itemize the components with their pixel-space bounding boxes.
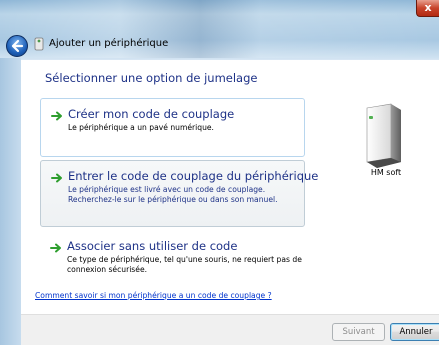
option-title: Créer mon code de couplage bbox=[68, 107, 235, 121]
green-arrow-icon bbox=[51, 111, 62, 121]
bluetooth-device-icon bbox=[34, 37, 44, 51]
back-button[interactable] bbox=[6, 35, 28, 57]
close-button[interactable]: x bbox=[416, 0, 439, 17]
option-description: Ce type de périphérique, tel qu'une sour… bbox=[67, 255, 302, 274]
option-description: Le périphérique est livré avec un code d… bbox=[68, 185, 278, 204]
back-arrow-icon bbox=[11, 39, 24, 53]
add-device-window: x Ajouter un périphérique Sélectionner u… bbox=[0, 0, 439, 345]
window-title: Ajouter un périphérique bbox=[49, 38, 169, 49]
device-tower-icon bbox=[366, 103, 401, 168]
next-button[interactable]: Suivant bbox=[332, 323, 385, 341]
page-heading: Sélectionner une option de jumelage bbox=[45, 71, 258, 85]
title-bar bbox=[0, 0, 439, 58]
option-create-code[interactable]: Créer mon code de couplage Le périphériq… bbox=[40, 98, 305, 157]
green-arrow-icon bbox=[51, 173, 62, 183]
window-left-frame bbox=[0, 58, 21, 345]
option-title: Entrer le code de couplage du périphériq… bbox=[68, 169, 319, 183]
cancel-button[interactable]: Annuler bbox=[390, 323, 439, 341]
option-title: Associer sans utiliser de code bbox=[67, 239, 238, 253]
green-arrow-icon bbox=[50, 243, 61, 253]
option-description: Le périphérique a un pavé numérique. bbox=[68, 123, 214, 132]
button-bar: Suivant Annuler bbox=[21, 314, 439, 345]
option-no-code[interactable]: Associer sans utiliser de code Ce type d… bbox=[40, 231, 305, 281]
pairing-code-help-link[interactable]: Comment savoir si mon périphérique a un … bbox=[35, 291, 272, 300]
device-name-label: HM soft bbox=[370, 168, 402, 177]
wizard-content: Sélectionner une option de jumelage Crée… bbox=[21, 60, 439, 314]
option-enter-device-code[interactable]: Entrer le code de couplage du périphériq… bbox=[40, 160, 318, 227]
